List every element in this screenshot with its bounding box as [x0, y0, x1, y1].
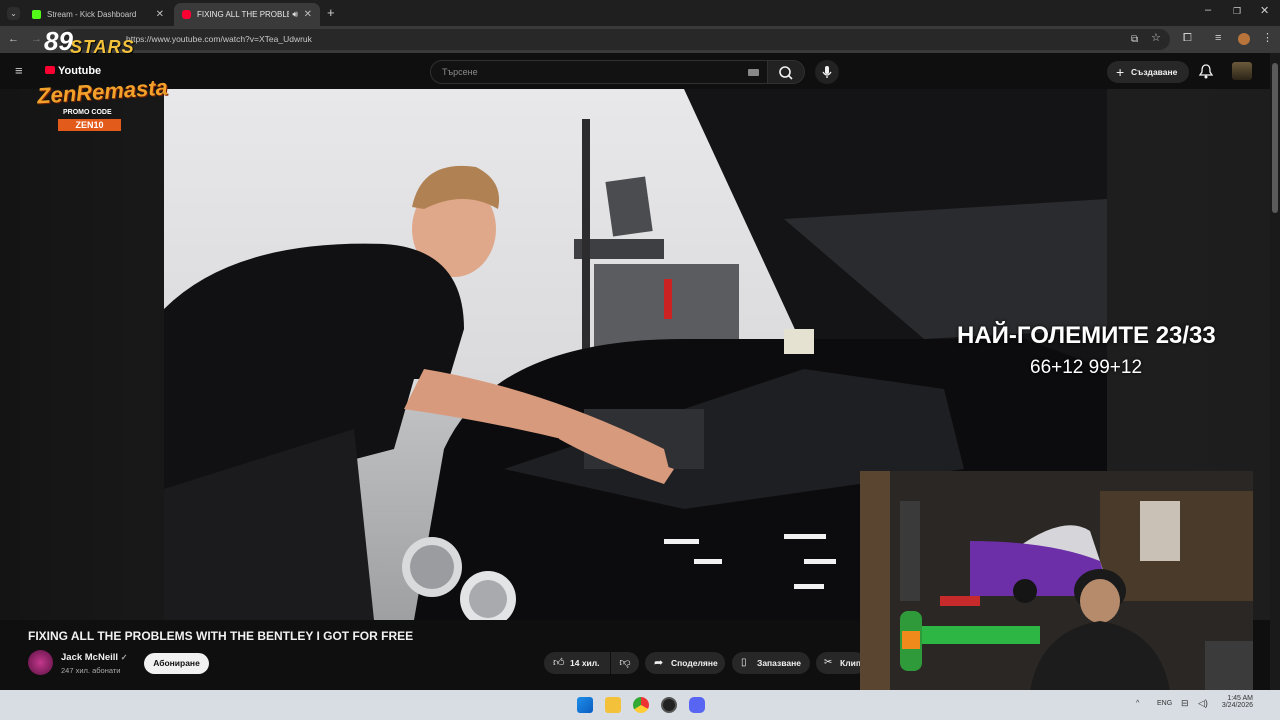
verified-icon: ✓: [120, 653, 128, 662]
address-bar[interactable]: https://www.youtube.com/watch?v=XTea_Udw…: [60, 29, 1170, 50]
bookmark-star-icon[interactable]: ☆: [1151, 33, 1161, 44]
thumbs-up-icon: 👍︎: [553, 657, 565, 669]
new-tab-icon[interactable]: +: [327, 6, 335, 19]
forward-icon[interactable]: →: [31, 34, 42, 45]
network-icon[interactable]: ⊟: [1181, 698, 1189, 709]
share-icon: ➦: [654, 657, 664, 669]
voice-search-button[interactable]: [815, 60, 839, 84]
clock-date: 3/24/2026: [1221, 702, 1253, 709]
subscribe-button[interactable]: Абониране: [144, 653, 209, 674]
back-icon[interactable]: ←: [8, 34, 19, 45]
share-label: Споделяне: [671, 658, 718, 668]
logo-youtube-text: Youtube: [58, 65, 102, 77]
chrome-icon[interactable]: [633, 697, 649, 713]
clip-button[interactable]: ✂ Клип: [816, 652, 866, 674]
youtube-header: ≡ Търсене + Създаване: [0, 53, 1270, 89]
dislike-button[interactable]: 👎︎: [611, 652, 639, 674]
cast-icon[interactable]: ⧉: [1131, 34, 1138, 45]
youtube-favicon-icon: [182, 10, 191, 19]
menu-dots-icon[interactable]: ⋮: [1262, 33, 1273, 44]
video-title: FIXING ALL THE PROBLEMS WITH THE BENTLEY…: [28, 629, 414, 643]
webcam-image: [860, 471, 1253, 691]
discord-icon[interactable]: [689, 697, 705, 713]
logo-promo: PROMO CODE: [63, 109, 112, 116]
logo-stars: STARS: [70, 37, 135, 57]
tab-search-icon[interactable]: ⌄: [7, 7, 20, 20]
obs-icon[interactable]: [661, 697, 677, 713]
plus-icon: +: [1116, 64, 1125, 80]
profile-icon[interactable]: [1238, 33, 1250, 45]
browser-toolbar: ← → https://www.youtube.com/watch?v=XTea…: [0, 26, 1280, 53]
file-explorer-icon[interactable]: [605, 697, 621, 713]
keyboard-icon[interactable]: [748, 69, 759, 76]
tray-chevron-icon[interactable]: ^: [1136, 700, 1139, 707]
minimize-icon[interactable]: –: [1205, 5, 1211, 16]
scrollbar-thumb[interactable]: [1272, 63, 1278, 213]
close-window-icon[interactable]: ✕: [1260, 6, 1269, 17]
clip-label: Клип: [840, 658, 861, 668]
search-input[interactable]: Търсене: [430, 60, 768, 84]
microphone-icon: [822, 66, 832, 78]
notifications-bell-icon[interactable]: [1198, 63, 1214, 79]
save-button[interactable]: ▯ Запазване: [732, 652, 810, 674]
save-label: Запазване: [757, 658, 801, 668]
channel-name-text: Jack McNeill: [61, 652, 119, 663]
overlay-title: НАЙ-ГОЛЕМИТЕ 23/33: [957, 322, 1216, 349]
tab-title: FIXING ALL THE PROBLEMS: [197, 10, 289, 19]
channel-name[interactable]: Jack McNeill ✓: [61, 652, 127, 663]
channel-avatar[interactable]: [28, 650, 53, 675]
thumbs-down-icon: 👎︎: [619, 657, 631, 669]
browser-tab-bar: ⌄ Stream - Kick Dashboard ✕ FIXING ALL T…: [0, 0, 1280, 26]
language-indicator[interactable]: ENG: [1157, 700, 1172, 707]
share-button[interactable]: ➦ Споделяне: [645, 652, 725, 674]
webcam-overlay: [860, 471, 1253, 691]
subscriber-count: 247 хил. абонати: [61, 666, 121, 675]
media-controls-icon[interactable]: ≡: [1215, 33, 1221, 44]
extensions-icon[interactable]: ⧠: [1183, 33, 1192, 44]
create-label: Създаване: [1131, 67, 1178, 77]
scissors-icon: ✂: [824, 657, 833, 668]
logo-youtube: Youtube: [45, 65, 101, 77]
windows-start-icon[interactable]: [577, 697, 593, 713]
account-avatar[interactable]: [1232, 62, 1252, 80]
search-icon: [779, 66, 793, 80]
like-count: 14 хил.: [570, 658, 600, 668]
tab-youtube-video[interactable]: FIXING ALL THE PROBLEMS 🔊︎ ✕: [174, 3, 320, 26]
volume-icon[interactable]: ◁): [1198, 698, 1208, 709]
overlay-numbers: 66+12 99+12: [1030, 357, 1143, 378]
tab-title: Stream - Kick Dashboard: [47, 10, 137, 19]
clock[interactable]: 1:45 AM 3/24/2026: [1218, 695, 1253, 709]
search-placeholder: Търсене: [442, 67, 478, 77]
create-button[interactable]: + Създаване: [1107, 61, 1189, 83]
url-text: https://www.youtube.com/watch?v=XTea_Udw…: [126, 34, 312, 44]
search-button[interactable]: [767, 60, 805, 84]
hamburger-menu-icon[interactable]: ≡: [15, 64, 23, 77]
like-button[interactable]: 👍︎ 14 хил.: [544, 652, 610, 674]
speaker-icon[interactable]: 🔊︎: [292, 9, 298, 20]
page-scrollbar[interactable]: [1270, 53, 1280, 690]
close-tab-icon[interactable]: ✕: [156, 9, 164, 20]
logo-89: 89: [44, 26, 73, 56]
kick-favicon-icon: [32, 10, 41, 19]
maximize-icon[interactable]: ❐: [1233, 6, 1241, 17]
youtube-logo-icon: [45, 66, 55, 74]
bookmark-icon: ▯: [741, 657, 747, 668]
logo-code: ZEN10: [58, 119, 121, 131]
clock-time: 1:45 AM: [1227, 695, 1253, 702]
close-tab-icon[interactable]: ✕: [304, 9, 312, 20]
tab-kick-dashboard[interactable]: Stream - Kick Dashboard ✕: [24, 3, 172, 26]
